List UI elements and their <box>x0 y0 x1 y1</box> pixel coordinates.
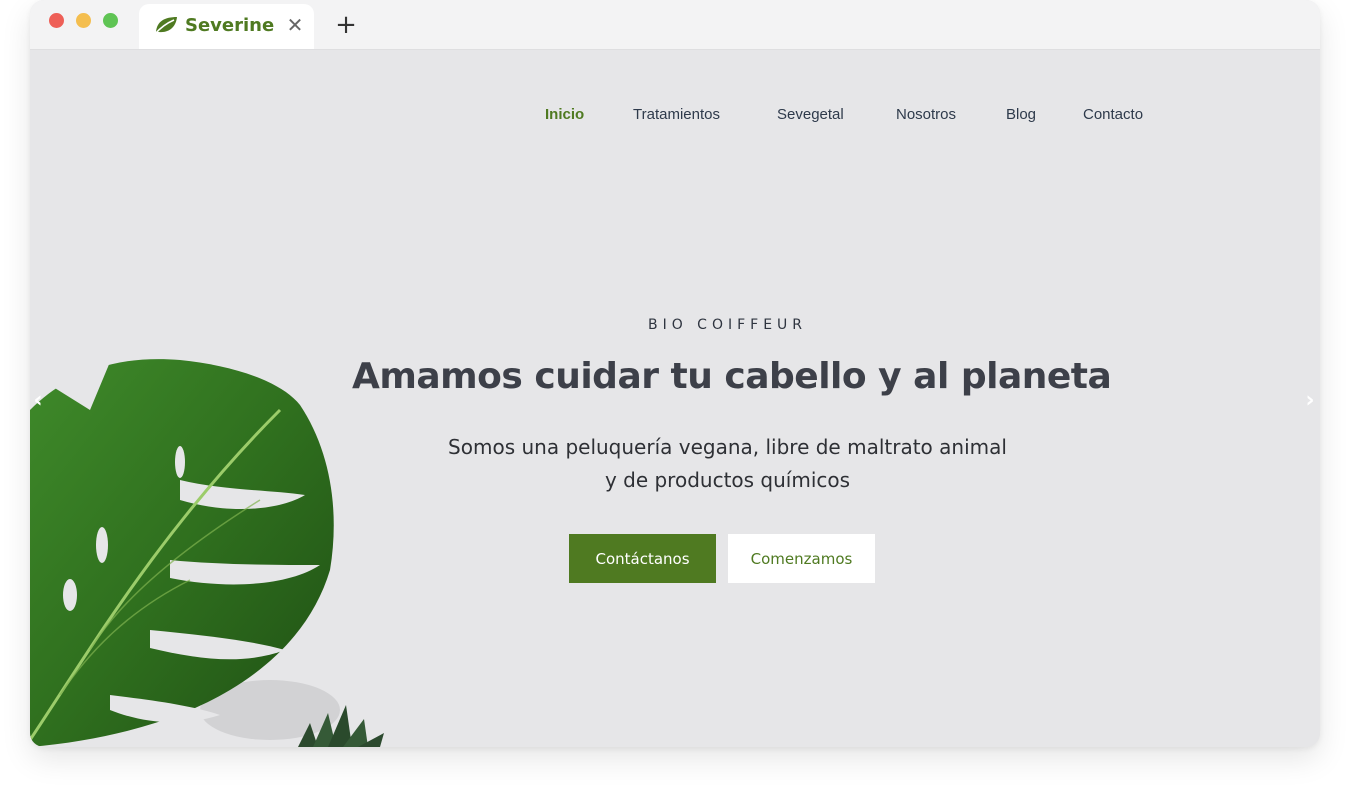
start-button[interactable]: Comenzamos <box>728 534 875 583</box>
succulent-plant-image <box>298 705 384 747</box>
hero-subtitle-line1: Somos una peluquería vegana, libre de ma… <box>448 435 1007 459</box>
chevron-right-icon[interactable]: › <box>1302 389 1318 413</box>
maximize-window-button[interactable] <box>103 13 118 28</box>
chevron-left-icon[interactable]: ‹ <box>30 389 46 413</box>
hero-eyebrow: BIO COIFFEUR <box>647 317 808 333</box>
hero-subtitle-line2: y de productos químicos <box>604 468 851 492</box>
contact-button[interactable]: Contáctanos <box>569 534 716 583</box>
browser-tab[interactable]: Severine ✕ <box>139 4 314 49</box>
browser-window: Severine ✕ + Inicio Tratamientos Seveget… <box>30 0 1320 747</box>
hero-subtitle: Somos una peluquería vegana, libre de ma… <box>425 431 1030 497</box>
nav-item-inicio[interactable]: Inicio <box>545 106 584 123</box>
minimize-window-button[interactable] <box>76 13 91 28</box>
monstera-leaf-image <box>30 359 340 747</box>
plus-icon[interactable]: + <box>333 12 359 39</box>
nav-item-blog[interactable]: Blog <box>1006 106 1036 123</box>
browser-titlebar: Severine ✕ + <box>30 0 1320 50</box>
hero-headline: Amamos cuidar tu cabello y al planeta <box>352 356 1112 397</box>
nav-item-nosotros[interactable]: Nosotros <box>896 106 956 123</box>
nav-item-sevegetal[interactable]: Sevegetal <box>777 106 844 123</box>
close-window-button[interactable] <box>49 13 64 28</box>
close-icon[interactable]: ✕ <box>285 15 305 35</box>
tab-title: Severine <box>185 15 275 36</box>
nav-item-tratamientos[interactable]: Tratamientos <box>633 106 720 123</box>
hero-page: Inicio Tratamientos Sevegetal Nosotros B… <box>30 50 1320 747</box>
nav-item-contacto[interactable]: Contacto <box>1083 106 1143 123</box>
leaf-icon <box>154 17 177 35</box>
